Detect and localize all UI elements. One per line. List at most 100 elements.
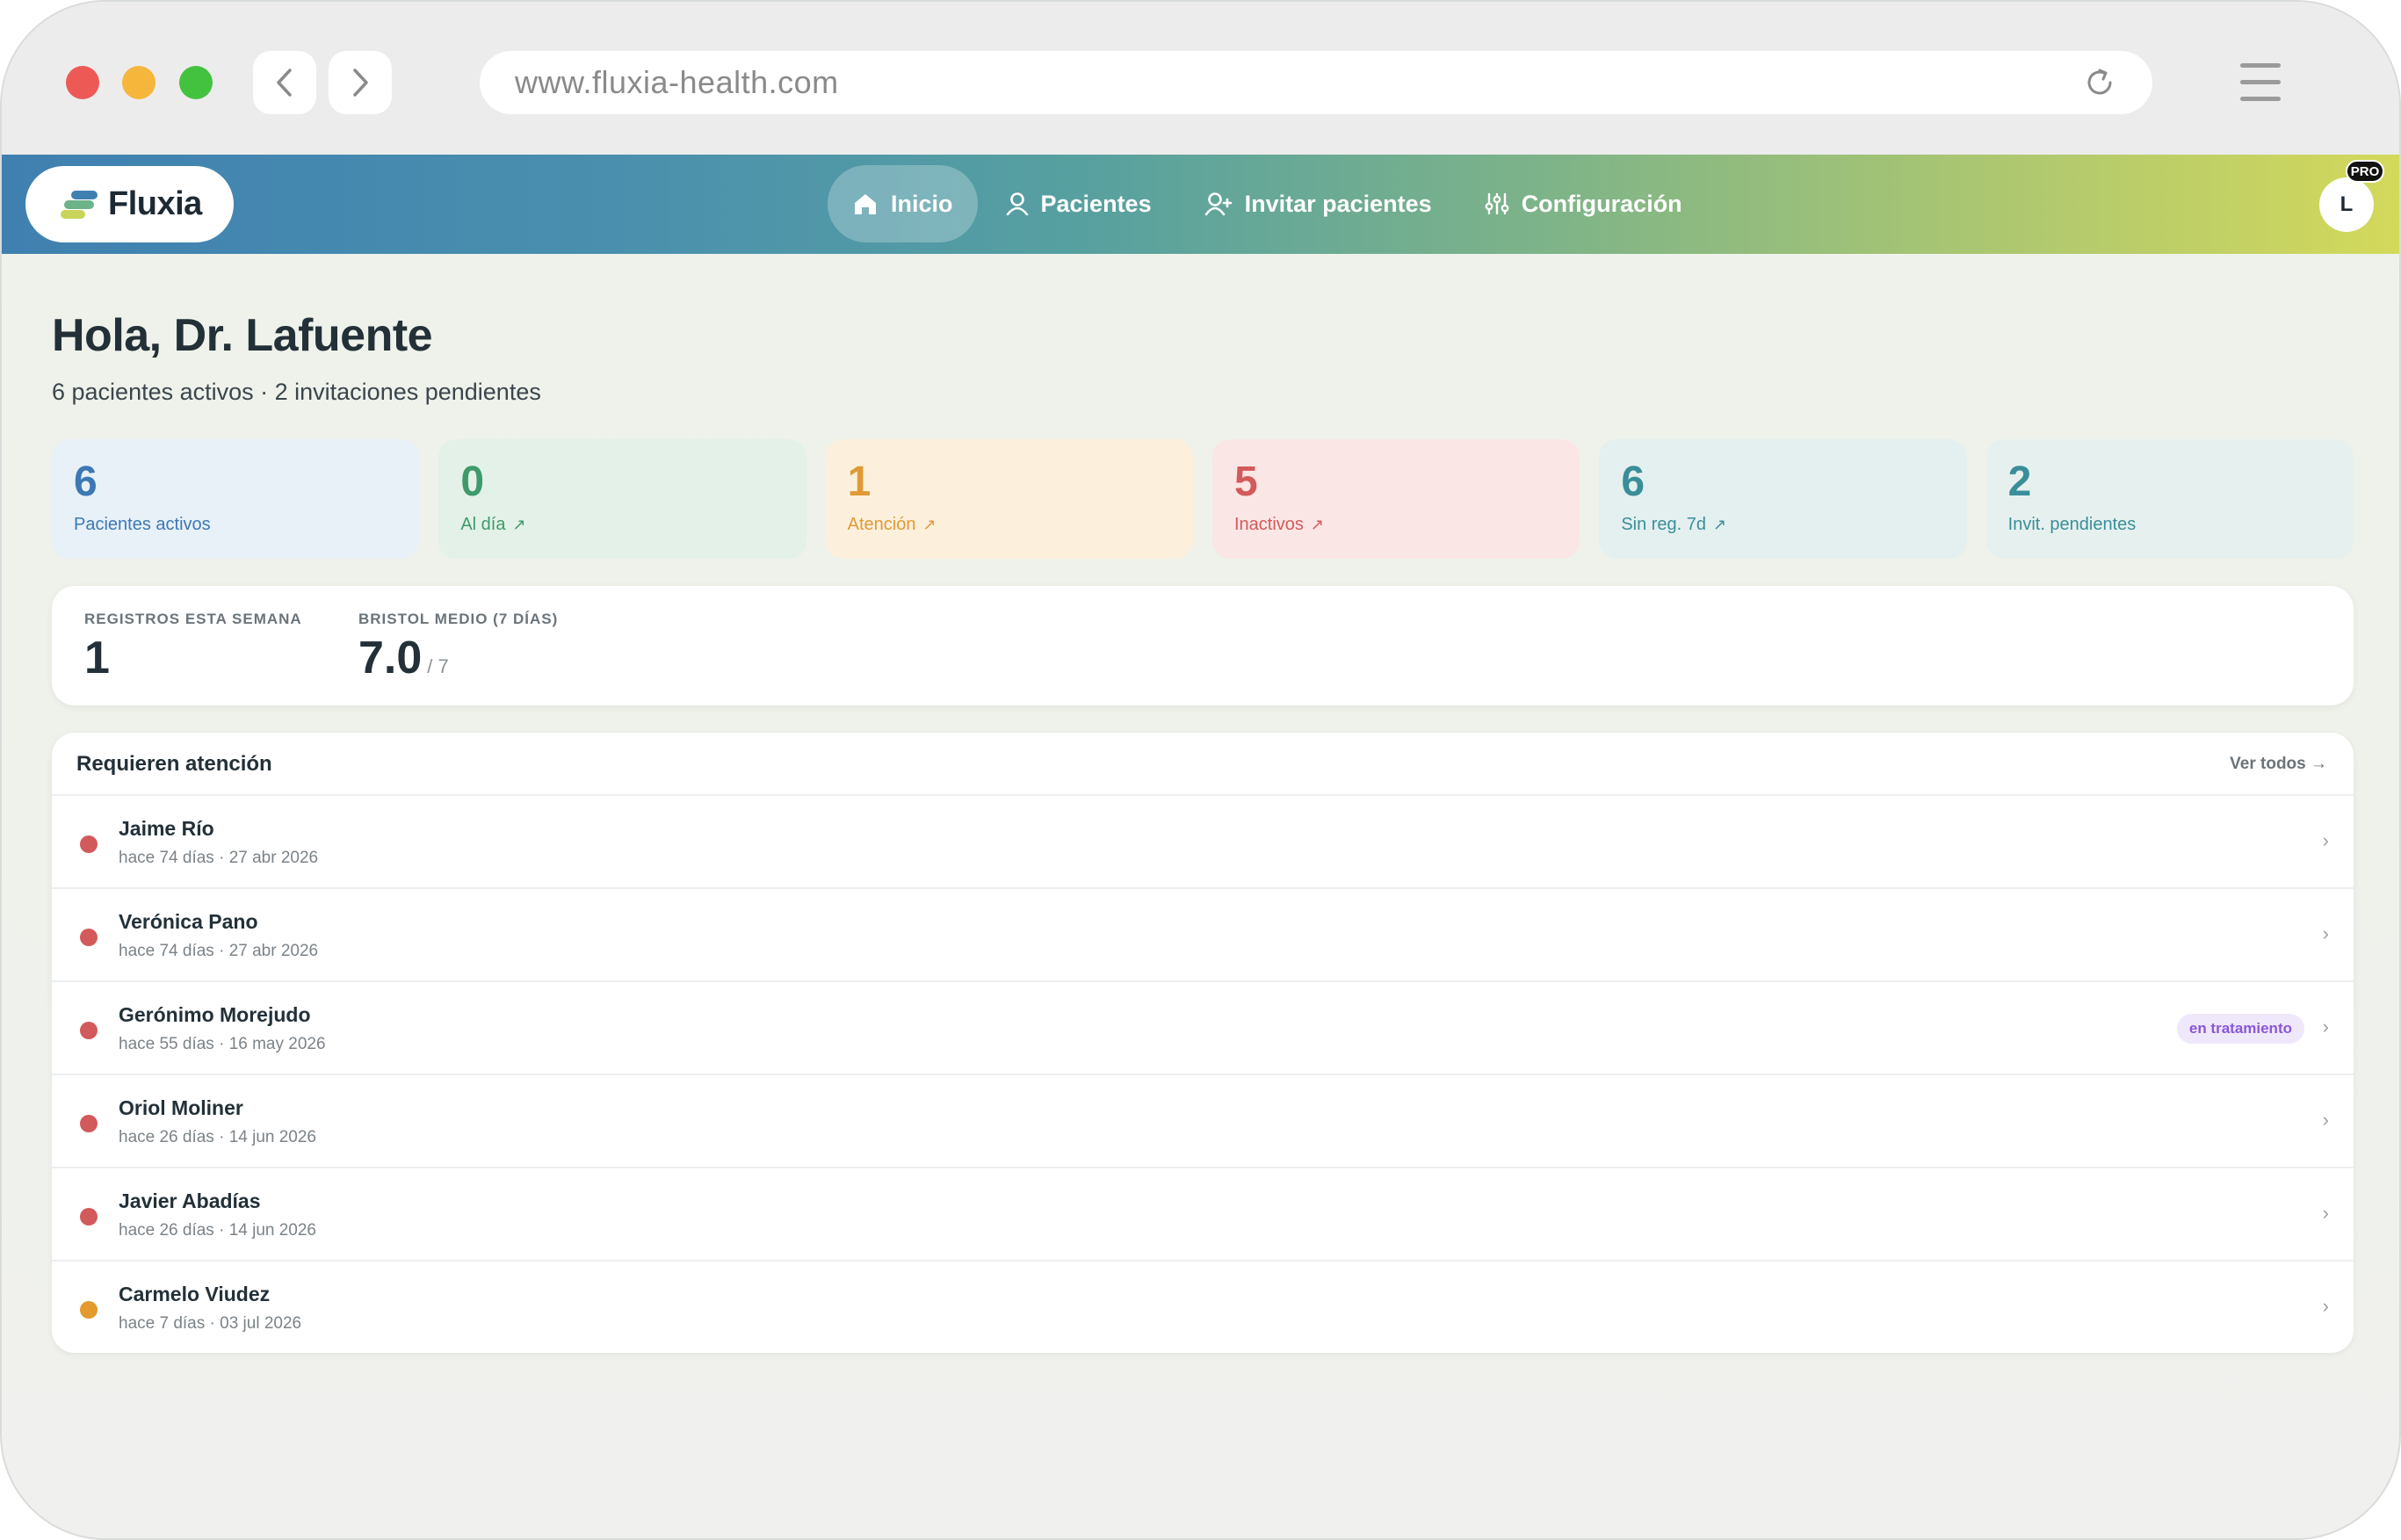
nav-item-inicio[interactable]: Inicio	[828, 165, 978, 242]
patient-last-record: hace 7 días · 03 jul 2026	[119, 1314, 302, 1333]
patient-row[interactable]: Oriol Moliner hace 26 días · 14 jun 2026…	[52, 1075, 2354, 1168]
weekly-records-label: REGISTROS ESTA SEMANA	[84, 611, 302, 627]
bristol-average-suffix: / 7	[427, 655, 449, 677]
sliders-icon	[1485, 192, 1509, 215]
nav-item-label: Pacientes	[1040, 190, 1152, 217]
patient-last-record: hace 74 días · 27 abr 2026	[119, 942, 319, 960]
attention-list-title: Requieren atención	[76, 752, 272, 776]
status-dot	[80, 1022, 98, 1039]
stat-card-atencion[interactable]: 1 Atención ↗	[825, 439, 1193, 559]
app-header: Fluxia Inicio Pacientes Invitar paciente…	[2, 155, 2399, 254]
chevron-right-icon: ›	[2322, 1295, 2329, 1317]
bristol-average: BRISTOL MEDIO (7 DÍAS) 7.0/ 7	[358, 611, 558, 691]
stat-label: Sin reg. 7d	[1621, 515, 1707, 534]
chevron-right-icon: ›	[2322, 1202, 2329, 1224]
arrow-up-right-icon: ↗	[922, 516, 937, 533]
patient-last-record: hace 26 días · 14 jun 2026	[119, 1128, 317, 1146]
chevron-right-icon: ›	[2322, 1016, 2329, 1038]
weekly-records: REGISTROS ESTA SEMANA 1	[84, 611, 302, 683]
avatar[interactable]: L	[2319, 177, 2374, 232]
close-window-dot[interactable]	[66, 66, 99, 99]
attention-list-header: Requieren atención Ver todos →	[52, 733, 2354, 796]
patient-last-record: hace 26 días · 14 jun 2026	[119, 1221, 317, 1240]
stat-label: Pacientes activos	[74, 515, 211, 534]
patient-name: Gerónimo Morejudo	[119, 1003, 311, 1026]
nav-item-label: Invitar pacientes	[1244, 190, 1432, 217]
stat-card-activos[interactable]: 6 Pacientes activos	[52, 439, 420, 559]
main-nav: Inicio Pacientes Invitar pacientes Confi…	[828, 165, 1710, 242]
chevron-right-icon: ›	[2322, 922, 2329, 944]
home-icon	[855, 194, 876, 214]
stat-value: 0	[460, 459, 485, 505]
stat-card-inactivos[interactable]: 5 Inactivos ↗	[1211, 439, 1580, 559]
see-all-link[interactable]: Ver todos →	[2230, 755, 2327, 774]
url-text: www.fluxia-health.com	[515, 64, 839, 100]
stat-label: Invit. pendientes	[2007, 515, 2137, 534]
stat-value: 6	[74, 459, 98, 505]
stat-label: Inactivos	[1233, 515, 1304, 534]
nav-item-invitar[interactable]: Invitar pacientes	[1180, 165, 1457, 242]
patient-name: Verónica Pano	[119, 910, 258, 933]
brand-name: Fluxia	[108, 185, 202, 222]
nav-item-label: Configuración	[1521, 190, 1682, 217]
nav-item-configuracion[interactable]: Configuración	[1460, 165, 1707, 242]
patient-row[interactable]: Carmelo Viudez hace 7 días · 03 jul 2026…	[52, 1262, 2354, 1353]
browser-forward-button[interactable]	[329, 51, 392, 114]
nav-item-pacientes[interactable]: Pacientes	[981, 165, 1176, 242]
chevron-right-icon	[353, 69, 368, 97]
page-subtitle: 6 pacientes activos · 2 invitaciones pen…	[52, 379, 541, 405]
maximize-window-dot[interactable]	[179, 66, 213, 99]
patient-row[interactable]: Javier Abadías hace 26 días · 14 jun 202…	[52, 1168, 2354, 1262]
nav-item-label: Inicio	[891, 190, 953, 217]
chevron-right-icon: ›	[2322, 829, 2329, 851]
stat-card-al-dia[interactable]: 0 Al día ↗	[438, 439, 806, 559]
stat-card-invitaciones[interactable]: 2 Invit. pendientes	[1985, 439, 2354, 559]
address-bar[interactable]: www.fluxia-health.com	[480, 51, 2152, 114]
minimize-window-dot[interactable]	[122, 66, 155, 99]
arrow-up-right-icon: ↗	[512, 516, 526, 533]
stat-value: 6	[1621, 459, 1645, 505]
brand-logo[interactable]: Fluxia	[25, 166, 234, 242]
status-dot	[80, 1301, 98, 1319]
weekly-summary-card: REGISTROS ESTA SEMANA 1 BRISTOL MEDIO (7…	[52, 586, 2354, 705]
stat-value: 1	[847, 459, 871, 505]
attention-list-card: Requieren atención Ver todos → Jaime Río…	[52, 733, 2354, 1353]
stat-label: Atención	[847, 515, 916, 534]
fluxia-logo-icon	[61, 187, 99, 222]
browser-toolbar: www.fluxia-health.com	[2, 2, 2399, 155]
stat-value: 2	[2007, 459, 2032, 505]
browser-window: www.fluxia-health.com Fluxia Inicio Paci…	[0, 0, 2401, 1540]
weekly-records-value: 1	[84, 633, 110, 683]
user-icon	[1006, 192, 1028, 216]
stat-cards: 6 Pacientes activos 0 Al día ↗ 1 Atención…	[52, 439, 2354, 559]
status-dot	[80, 929, 98, 946]
stat-value: 5	[1233, 459, 1258, 505]
patient-name: Oriol Moliner	[119, 1096, 243, 1119]
hamburger-menu-icon[interactable]	[2240, 63, 2281, 102]
patient-last-record: hace 74 días · 27 abr 2026	[119, 849, 319, 867]
arrow-up-right-icon: ↗	[1713, 516, 1727, 533]
chevron-left-icon	[277, 69, 292, 97]
arrow-up-right-icon: ↗	[1310, 516, 1325, 533]
stat-card-sin-registro[interactable]: 6 Sin reg. 7d ↗	[1599, 439, 1967, 559]
treatment-badge: en tratamiento	[2176, 1014, 2304, 1044]
stat-label: Al día	[460, 515, 506, 534]
status-dot	[80, 1115, 98, 1132]
page-title: Hola, Dr. Lafuente	[52, 310, 433, 361]
patient-name: Javier Abadías	[119, 1189, 261, 1212]
bristol-average-value: 7.0	[358, 633, 423, 683]
user-plus-icon	[1204, 192, 1232, 216]
status-dot	[80, 1208, 98, 1225]
chevron-right-icon: ›	[2322, 1109, 2329, 1131]
patient-row[interactable]: Verónica Pano hace 74 días · 27 abr 2026…	[52, 889, 2354, 982]
patient-name: Jaime Río	[119, 817, 214, 840]
patient-row[interactable]: Jaime Río hace 74 días · 27 abr 2026 ›	[52, 796, 2354, 889]
patient-name: Carmelo Viudez	[119, 1283, 271, 1305]
patient-last-record: hace 55 días · 16 may 2026	[119, 1035, 326, 1053]
reload-icon[interactable]	[2082, 65, 2117, 100]
browser-back-button[interactable]	[253, 51, 316, 114]
status-dot	[80, 835, 98, 853]
bristol-average-label: BRISTOL MEDIO (7 DÍAS)	[358, 611, 559, 627]
patient-row[interactable]: Gerónimo Morejudo hace 55 días · 16 may …	[52, 982, 2354, 1075]
pro-badge: PRO	[2346, 160, 2384, 183]
